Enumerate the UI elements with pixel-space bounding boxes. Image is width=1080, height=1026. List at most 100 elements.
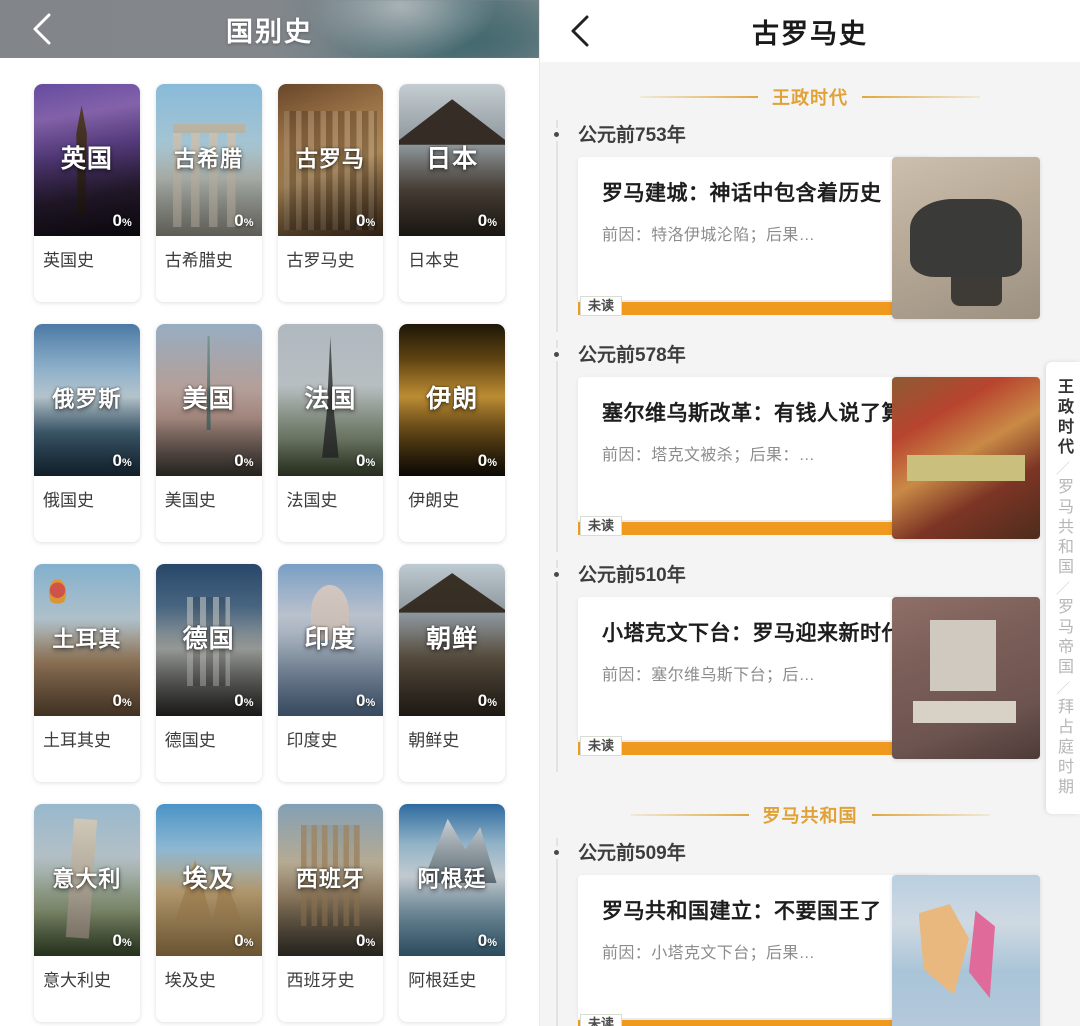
- country-name: 阿根廷: [417, 866, 487, 892]
- event-card[interactable]: 罗马共和国建立：不要国王了 前因：小塔克文下台；后果… 未读: [578, 875, 1040, 1026]
- event-card[interactable]: 塞尔维乌斯改革：有钱人说了算 前因：塔克文被杀；后果：… 未读: [578, 377, 1040, 539]
- percent-sign: %: [365, 217, 376, 229]
- country-name: 土耳其: [52, 626, 122, 652]
- country-label: 法国史: [286, 491, 338, 510]
- timeline-dot: [551, 349, 562, 360]
- timeline-rail: [556, 560, 558, 772]
- event-title: 罗马共和国建立：不要国王了: [602, 900, 882, 923]
- progress-value: 0: [477, 211, 488, 230]
- percent-sign: %: [121, 697, 132, 709]
- country-card-image: 西班牙 0%: [277, 804, 384, 956]
- percent-sign: %: [487, 937, 497, 949]
- country-card-image: 美国 0%: [155, 324, 262, 476]
- country-card[interactable]: 美国 0% 美国史: [155, 324, 262, 542]
- country-card[interactable]: 伊朗 0% 伊朗史: [399, 324, 505, 542]
- country-name: 俄罗斯: [52, 386, 122, 412]
- percent-sign: %: [243, 217, 254, 229]
- country-card[interactable]: 德国 0% 德国史: [155, 564, 262, 782]
- country-grid-wrap: 英国 0% 英国史 古希腊 0% 古希腊史 古罗马 0% 古罗马史 日本 0% 日本史 俄罗斯 0% 俄国史…: [0, 58, 539, 1022]
- event-year: 公元前510年: [578, 565, 686, 586]
- country-card-image: 法国 0%: [277, 324, 384, 476]
- country-card-image: 伊朗 0%: [399, 324, 505, 476]
- country-list-panel: 国别史 英国 0% 英国史 古希腊 0% 古希腊史 古罗马 0% 古罗马史 日本 0% 日本史 俄罗斯 0…: [0, 0, 540, 1026]
- country-card[interactable]: 土耳其 0% 土耳其史: [34, 564, 140, 782]
- progress-value: 0: [112, 451, 122, 470]
- progress-badge: 0%: [113, 931, 132, 951]
- event-subtitle: 前因：塞尔维乌斯下台；后…: [602, 666, 816, 684]
- event-year: 公元前753年: [578, 125, 686, 146]
- percent-sign: %: [365, 697, 376, 709]
- country-name: 美国: [182, 385, 235, 414]
- divider-line-right: [871, 814, 990, 816]
- country-label: 印度史: [286, 731, 338, 750]
- progress-value: 0: [234, 691, 244, 710]
- timeline-dot: [551, 129, 562, 140]
- percent-sign: %: [121, 937, 132, 949]
- progress-badge: 0%: [478, 931, 497, 951]
- progress-value: 0: [234, 931, 244, 950]
- event-thumbnail: [892, 597, 1040, 759]
- progress-badge: 0%: [356, 691, 375, 711]
- era-index-separator: ／: [1055, 681, 1071, 695]
- country-label: 英国史: [43, 251, 94, 270]
- era-index-item[interactable]: 王政时代: [1051, 378, 1075, 458]
- era-divider: 罗马共和国: [540, 780, 1080, 838]
- percent-sign: %: [487, 217, 497, 229]
- country-label: 埃及史: [164, 971, 216, 990]
- country-card[interactable]: 日本 0% 日本史: [399, 84, 505, 302]
- country-grid: 英国 0% 英国史 古希腊 0% 古希腊史 古罗马 0% 古罗马史 日本 0% 日本史 俄罗斯 0% 俄国史…: [34, 84, 505, 1022]
- event-subtitle: 前因：特洛伊城沦陷；后果…: [602, 226, 816, 244]
- event-thumbnail: [892, 157, 1040, 319]
- status-badge: 未读: [580, 296, 623, 316]
- timeline-item: 公元前509年罗马共和国建立：不要国王了 前因：小塔克文下台；后果… 未读: [540, 838, 1080, 1026]
- country-card-image: 日本 0%: [399, 84, 505, 236]
- event-progress-bar: [578, 742, 930, 755]
- divider-line-left: [630, 814, 749, 816]
- country-card[interactable]: 法国 0% 法国史: [277, 324, 384, 542]
- country-card[interactable]: 英国 0% 英国史: [34, 84, 140, 302]
- progress-value: 0: [477, 691, 488, 710]
- event-year: 公元前509年: [578, 843, 686, 864]
- event-card[interactable]: 小塔克文下台：罗马迎来新时代 前因：塞尔维乌斯下台；后… 未读: [578, 597, 1040, 759]
- era-index-item[interactable]: 罗马帝国: [1051, 598, 1075, 678]
- country-card[interactable]: 印度 0% 印度史: [277, 564, 384, 782]
- country-card[interactable]: 朝鲜 0% 朝鲜史: [399, 564, 505, 782]
- country-card[interactable]: 意大利 0% 意大利史: [34, 804, 140, 1022]
- timeline-dot: [551, 847, 562, 858]
- progress-badge: 0%: [234, 451, 253, 471]
- timeline-item: 公元前510年小塔克文下台：罗马迎来新时代 前因：塞尔维乌斯下台；后… 未读: [540, 560, 1080, 772]
- percent-sign: %: [365, 937, 376, 949]
- country-label: 伊朗史: [408, 491, 460, 510]
- event-card[interactable]: 罗马建城：神话中包含着历史 前因：特洛伊城沦陷；后果… 未读: [578, 157, 1040, 319]
- country-label: 朝鲜史: [408, 731, 460, 750]
- country-card[interactable]: 古希腊 0% 古希腊史: [155, 84, 262, 302]
- progress-value: 0: [112, 211, 122, 230]
- country-label: 古罗马史: [286, 251, 355, 270]
- event-card-body: 塞尔维乌斯改革：有钱人说了算 前因：塔克文被杀；后果：…: [578, 377, 930, 520]
- timeline-panel: 古罗马史 王政时代 公元前753年 罗马建城：神话中包含着历史 前因：特洛伊城沦陷；后…: [540, 0, 1080, 1026]
- country-card[interactable]: 阿根廷 0% 阿根廷史: [399, 804, 505, 1022]
- percent-sign: %: [487, 457, 497, 469]
- country-name: 日本: [426, 145, 479, 174]
- percent-sign: %: [243, 697, 254, 709]
- country-card[interactable]: 埃及 0% 埃及史: [155, 804, 262, 1022]
- country-name: 印度: [304, 625, 357, 654]
- timeline-rail: [556, 340, 558, 552]
- country-card[interactable]: 西班牙 0% 西班牙史: [277, 804, 384, 1022]
- country-card-image: 土耳其 0%: [34, 564, 140, 716]
- country-name: 古希腊: [174, 146, 244, 172]
- country-card-image: 阿根廷 0%: [399, 804, 505, 956]
- era-index-item[interactable]: 罗马共和国: [1051, 478, 1075, 578]
- country-card[interactable]: 古罗马 0% 古罗马史: [277, 84, 384, 302]
- event-thumbnail: [892, 377, 1040, 539]
- country-label: 日本史: [408, 251, 460, 270]
- era-index-sidebar[interactable]: 王政时代 ／ 罗马共和国 ／ 罗马帝国 ／ 拜占庭时期: [1046, 362, 1080, 814]
- era-index-item[interactable]: 拜占庭时期: [1051, 698, 1075, 798]
- divider-line-right: [862, 96, 980, 98]
- country-card-image: 意大利 0%: [34, 804, 140, 956]
- progress-badge: 0%: [234, 931, 253, 951]
- country-card-image: 印度 0%: [277, 564, 384, 716]
- country-card[interactable]: 俄罗斯 0% 俄国史: [34, 324, 140, 542]
- event-card-footer: 未读: [578, 296, 930, 316]
- right-header: 古罗马史: [540, 0, 1080, 62]
